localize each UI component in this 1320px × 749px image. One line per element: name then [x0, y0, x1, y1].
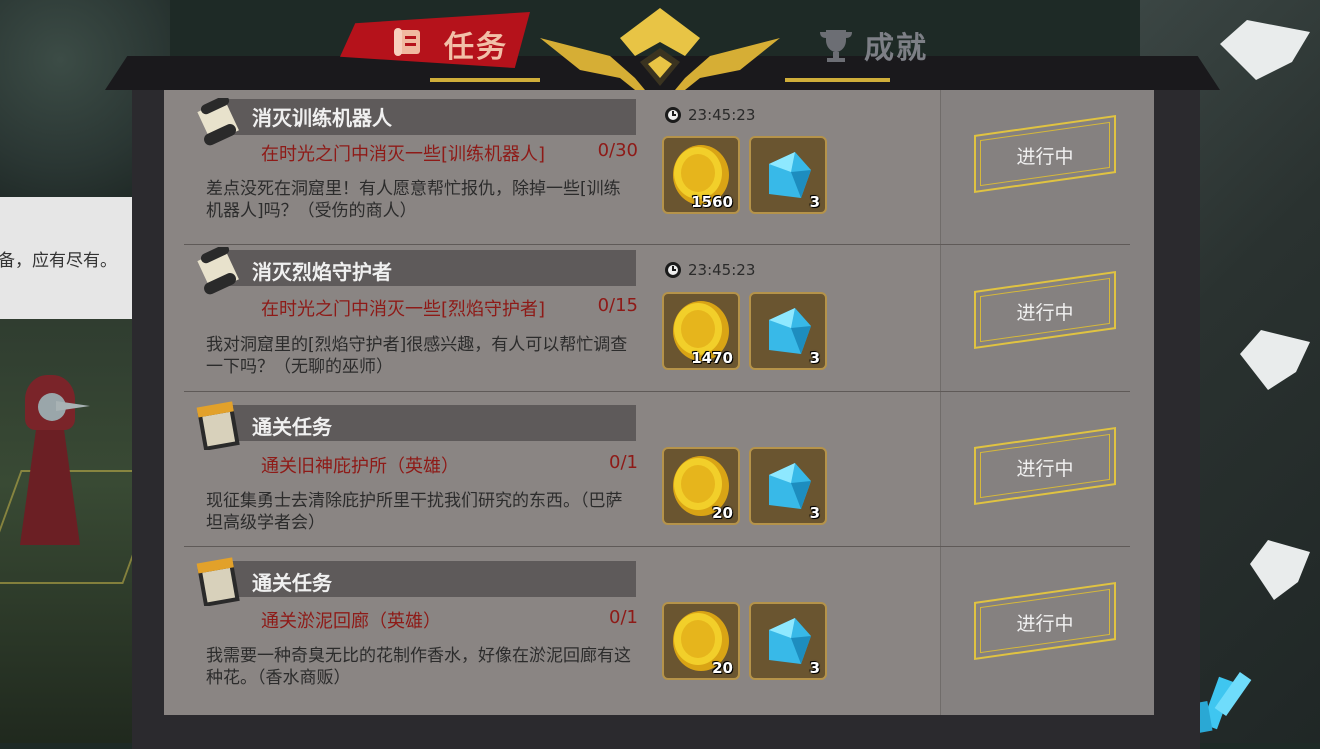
- quest-objective: 在时光之门中消灭一些[训练机器人]: [261, 144, 546, 165]
- quest-title: 通关任务: [252, 571, 332, 595]
- tab-achievements-label: 成就: [864, 31, 928, 66]
- reward-quantity: 3: [809, 349, 820, 367]
- clock-icon: [665, 262, 681, 278]
- quest-row[interactable]: 消灭烈焰守护者 在时光之门中消灭一些[烈焰守护者] 0/15 我对洞窟里的[烈焰…: [164, 237, 1154, 392]
- quest-row[interactable]: 消灭训练机器人 在时光之门中消灭一些[训练机器人] 0/30 差点没死在洞窟里！…: [164, 90, 1154, 245]
- quest-timer: 23:45:23: [664, 106, 755, 124]
- quest-title: 消灭训练机器人: [252, 106, 392, 130]
- reward-quantity: 20: [712, 504, 733, 522]
- header-gold-trim: [785, 78, 890, 82]
- quest-description: 差点没死在洞窟里！有人愿意帮忙报仇，除掉一些[训练机器人]吗？（受伤的商人）: [206, 179, 621, 221]
- quest-status-button[interactable]: 进行中: [974, 582, 1116, 660]
- reward-slot-gem[interactable]: 3: [749, 292, 827, 370]
- quest-status-label: 进行中: [1016, 458, 1074, 480]
- header-gold-trim: [430, 78, 540, 82]
- background-cloth: [1250, 540, 1310, 600]
- notebook-icon: [196, 557, 240, 606]
- scroll-icon: [197, 98, 239, 146]
- hooded-merchant-npc[interactable]: [10, 375, 90, 545]
- tab-tasks-label: 任务: [444, 30, 508, 65]
- quest-status-button[interactable]: 进行中: [974, 271, 1116, 349]
- quest-progress: 0/1: [609, 452, 638, 473]
- tab-achievements[interactable]: 成就: [812, 18, 972, 68]
- quest-progress: 0/15: [597, 295, 638, 316]
- reward-slot-gold[interactable]: 1560: [662, 136, 740, 214]
- npc-dialog-bubble: 备，应有尽有。: [0, 197, 134, 319]
- quest-status-button[interactable]: 进行中: [974, 427, 1116, 505]
- tab-tasks[interactable]: 任务: [340, 12, 540, 76]
- trophy-icon: [820, 30, 852, 62]
- quest-status-label: 进行中: [1016, 302, 1074, 324]
- reward-slot-gem[interactable]: 3: [749, 136, 827, 214]
- quest-row[interactable]: 通关任务 通关旧神庇护所（英雄） 0/1 现征集勇士去清除庇护所里干扰我们研究的…: [164, 392, 1154, 547]
- reward-slot-gem[interactable]: 3: [749, 447, 827, 525]
- quest-description: 我对洞窟里的[烈焰守护者]很感兴趣，有人可以帮忙调查一下吗？（无聊的巫师）: [206, 335, 628, 377]
- quest-timer-text: 23:45:23: [688, 106, 756, 124]
- background-cloth: [1240, 330, 1310, 390]
- reward-quantity: 3: [809, 193, 820, 211]
- quest-title: 消灭烈焰守护者: [252, 260, 392, 284]
- scroll-tab-icon: [394, 28, 420, 56]
- quest-progress: 0/30: [597, 140, 638, 161]
- reward-quantity: 20: [712, 659, 733, 677]
- quest-description: 我需要一种奇臭无比的花制作香水，好像在淤泥回廊有这种花。（香水商贩）: [206, 646, 631, 688]
- reward-slot-gold[interactable]: 20: [662, 602, 740, 680]
- quest-timer: 23:45:23: [664, 261, 755, 279]
- clock-icon: [665, 107, 681, 123]
- quest-status-button[interactable]: 进行中: [974, 115, 1116, 193]
- notebook-icon: [196, 401, 240, 450]
- quest-progress: 0/1: [609, 607, 638, 628]
- quest-title: 通关任务: [252, 415, 332, 439]
- reward-slot-gold[interactable]: 20: [662, 447, 740, 525]
- reward-slot-gold[interactable]: 1470: [662, 292, 740, 370]
- quest-objective: 在时光之门中消灭一些[烈焰守护者]: [261, 299, 546, 320]
- background-cloth: [1220, 20, 1310, 80]
- reward-slot-gem[interactable]: 3: [749, 602, 827, 680]
- quest-objective: 通关旧神庇护所（英雄）: [261, 456, 459, 477]
- quest-row[interactable]: 通关任务 通关淤泥回廊（英雄） 0/1 我需要一种奇臭无比的花制作香水，好像在淤…: [164, 547, 1154, 702]
- reward-quantity: 1560: [691, 193, 733, 211]
- quest-status-label: 进行中: [1016, 613, 1074, 635]
- quest-objective: 通关淤泥回廊（英雄）: [261, 611, 441, 632]
- quest-timer-text: 23:45:23: [688, 261, 756, 279]
- scroll-icon: [197, 247, 239, 295]
- npc-dialog-text: 备，应有尽有。: [0, 250, 117, 271]
- reward-quantity: 3: [809, 659, 820, 677]
- quest-description: 现征集勇士去清除庇护所里干扰我们研究的东西。（巴萨坦高级学者会）: [206, 491, 623, 533]
- reward-quantity: 1470: [691, 349, 733, 367]
- quest-status-label: 进行中: [1016, 146, 1074, 168]
- reward-quantity: 3: [809, 504, 820, 522]
